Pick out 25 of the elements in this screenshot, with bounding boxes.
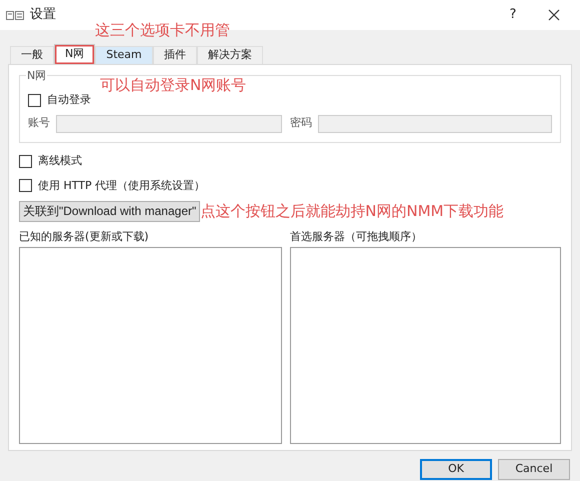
- annotation: 点这个按钮之后就能劫持N网的NMM下载功能: [200, 201, 504, 222]
- app-icon: [6, 10, 24, 20]
- tab[interactable]: 一般: [10, 46, 54, 64]
- checkbox[interactable]: [19, 154, 32, 168]
- annotation: 可以自动登录N网账号: [100, 75, 246, 96]
- list-label: 已知的服务器(更新或下载): [19, 228, 150, 244]
- annotation: 这三个选项卡不用管: [95, 20, 230, 41]
- tab[interactable]: Steam: [95, 46, 153, 64]
- dialog-button[interactable]: OK: [420, 459, 492, 480]
- dialog-button[interactable]: Cancel: [498, 459, 570, 480]
- close-icon: [548, 9, 560, 21]
- help-button[interactable]: ?: [498, 5, 528, 25]
- list-label: 首选服务器（可拖拽顺序）: [290, 228, 423, 244]
- tab[interactable]: N网: [54, 44, 96, 64]
- tab[interactable]: 插件: [152, 46, 197, 64]
- field-label: 密码: [290, 115, 312, 132]
- checkbox[interactable]: [19, 179, 32, 192]
- tab[interactable]: 解决方案: [196, 46, 263, 64]
- field-label: 账号: [28, 115, 50, 132]
- window-title: 设置: [30, 6, 56, 24]
- checkbox-label: 使用 HTTP 代理（使用系统设置）: [38, 178, 206, 194]
- associate-button[interactable]: 关联到"Download with manager": [19, 200, 200, 222]
- checkbox[interactable]: [28, 94, 41, 107]
- checkbox-label: 自动登录: [47, 92, 91, 108]
- checkbox-label: 离线模式: [38, 153, 82, 169]
